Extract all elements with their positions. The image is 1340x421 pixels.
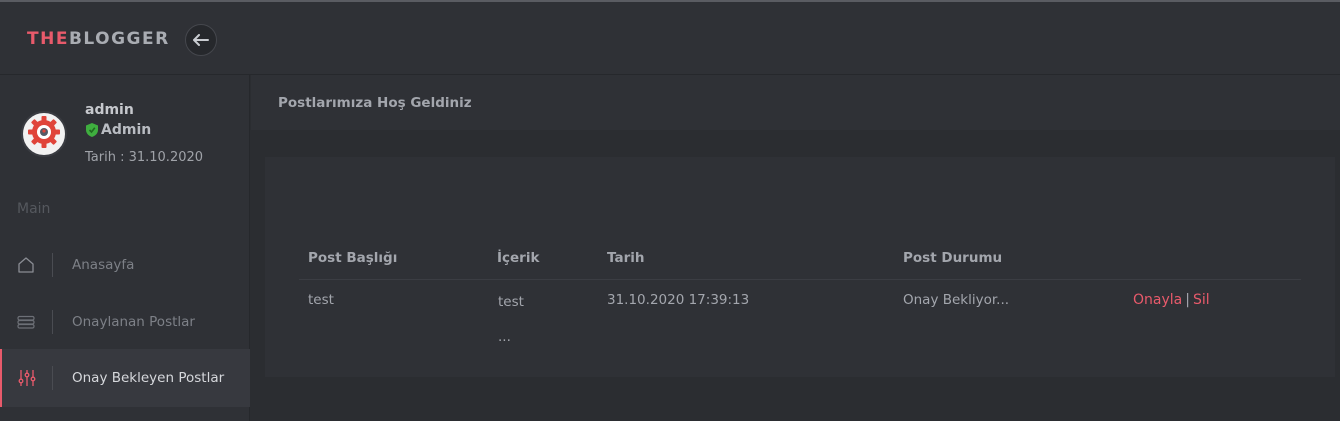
user-date: Tarih : 31.10.2020 [85, 150, 204, 165]
sidebar-item-label: Onaylanan Postlar [72, 314, 195, 330]
cell-post-title: test [308, 292, 334, 308]
posts-table-card: Post Başlığı İçerik Tarih Post Durumu te… [265, 157, 1335, 377]
brand-logo-accent: THE [27, 29, 69, 49]
sliders-icon [2, 366, 52, 390]
action-separator: | [1185, 292, 1190, 308]
user-role: Admin [85, 122, 151, 138]
page-title: Postlarımıza Hoş Geldiniz [278, 95, 472, 111]
user-role-label: Admin [101, 122, 152, 138]
brand-logo-text: BLOGGER [68, 29, 170, 49]
column-header-title: Post Başlığı [308, 250, 398, 266]
cell-content: test [498, 294, 524, 310]
table-divider [299, 279, 1301, 280]
cell-status: Onay Bekliyor... [903, 292, 1010, 308]
stack-icon [0, 310, 52, 334]
sidebar-section-main: Main [17, 201, 51, 217]
home-icon [0, 253, 52, 277]
column-header-content: İçerik [497, 250, 540, 266]
cell-date: 31.10.2020 17:39:13 [607, 292, 750, 308]
gear-logo-icon [25, 113, 63, 155]
column-header-status: Post Durumu [903, 250, 1003, 266]
avatar [21, 111, 67, 157]
sidebar: admin Admin Tarih : 31.10.2020 Main Anas… [0, 75, 250, 421]
cell-content-more: ... [498, 329, 511, 345]
sidebar-item-label: Anasayfa [72, 257, 135, 273]
arrow-left-icon [193, 31, 209, 50]
brand-logo[interactable]: THEBLOGGER [27, 29, 170, 49]
user-name: admin [85, 102, 134, 118]
shield-icon [85, 122, 99, 138]
sidebar-item-anasayfa[interactable]: Anasayfa [0, 236, 250, 294]
sidebar-item-onaylanan-postlar[interactable]: Onaylanan Postlar [0, 293, 250, 351]
column-header-date: Tarih [607, 250, 645, 266]
top-bar: THEBLOGGER [0, 0, 1340, 75]
sidebar-toggle-button[interactable] [185, 24, 217, 56]
sidebar-item-label: Onay Bekleyen Postlar [72, 370, 225, 386]
approve-link[interactable]: Onayla [1133, 292, 1182, 308]
page-header: Postlarımıza Hoş Geldiniz [251, 75, 1340, 130]
row-actions: Onayla | Sil [1133, 292, 1210, 308]
delete-link[interactable]: Sil [1193, 292, 1210, 308]
sidebar-item-onay-bekleyen-postlar[interactable]: Onay Bekleyen Postlar [0, 349, 250, 407]
